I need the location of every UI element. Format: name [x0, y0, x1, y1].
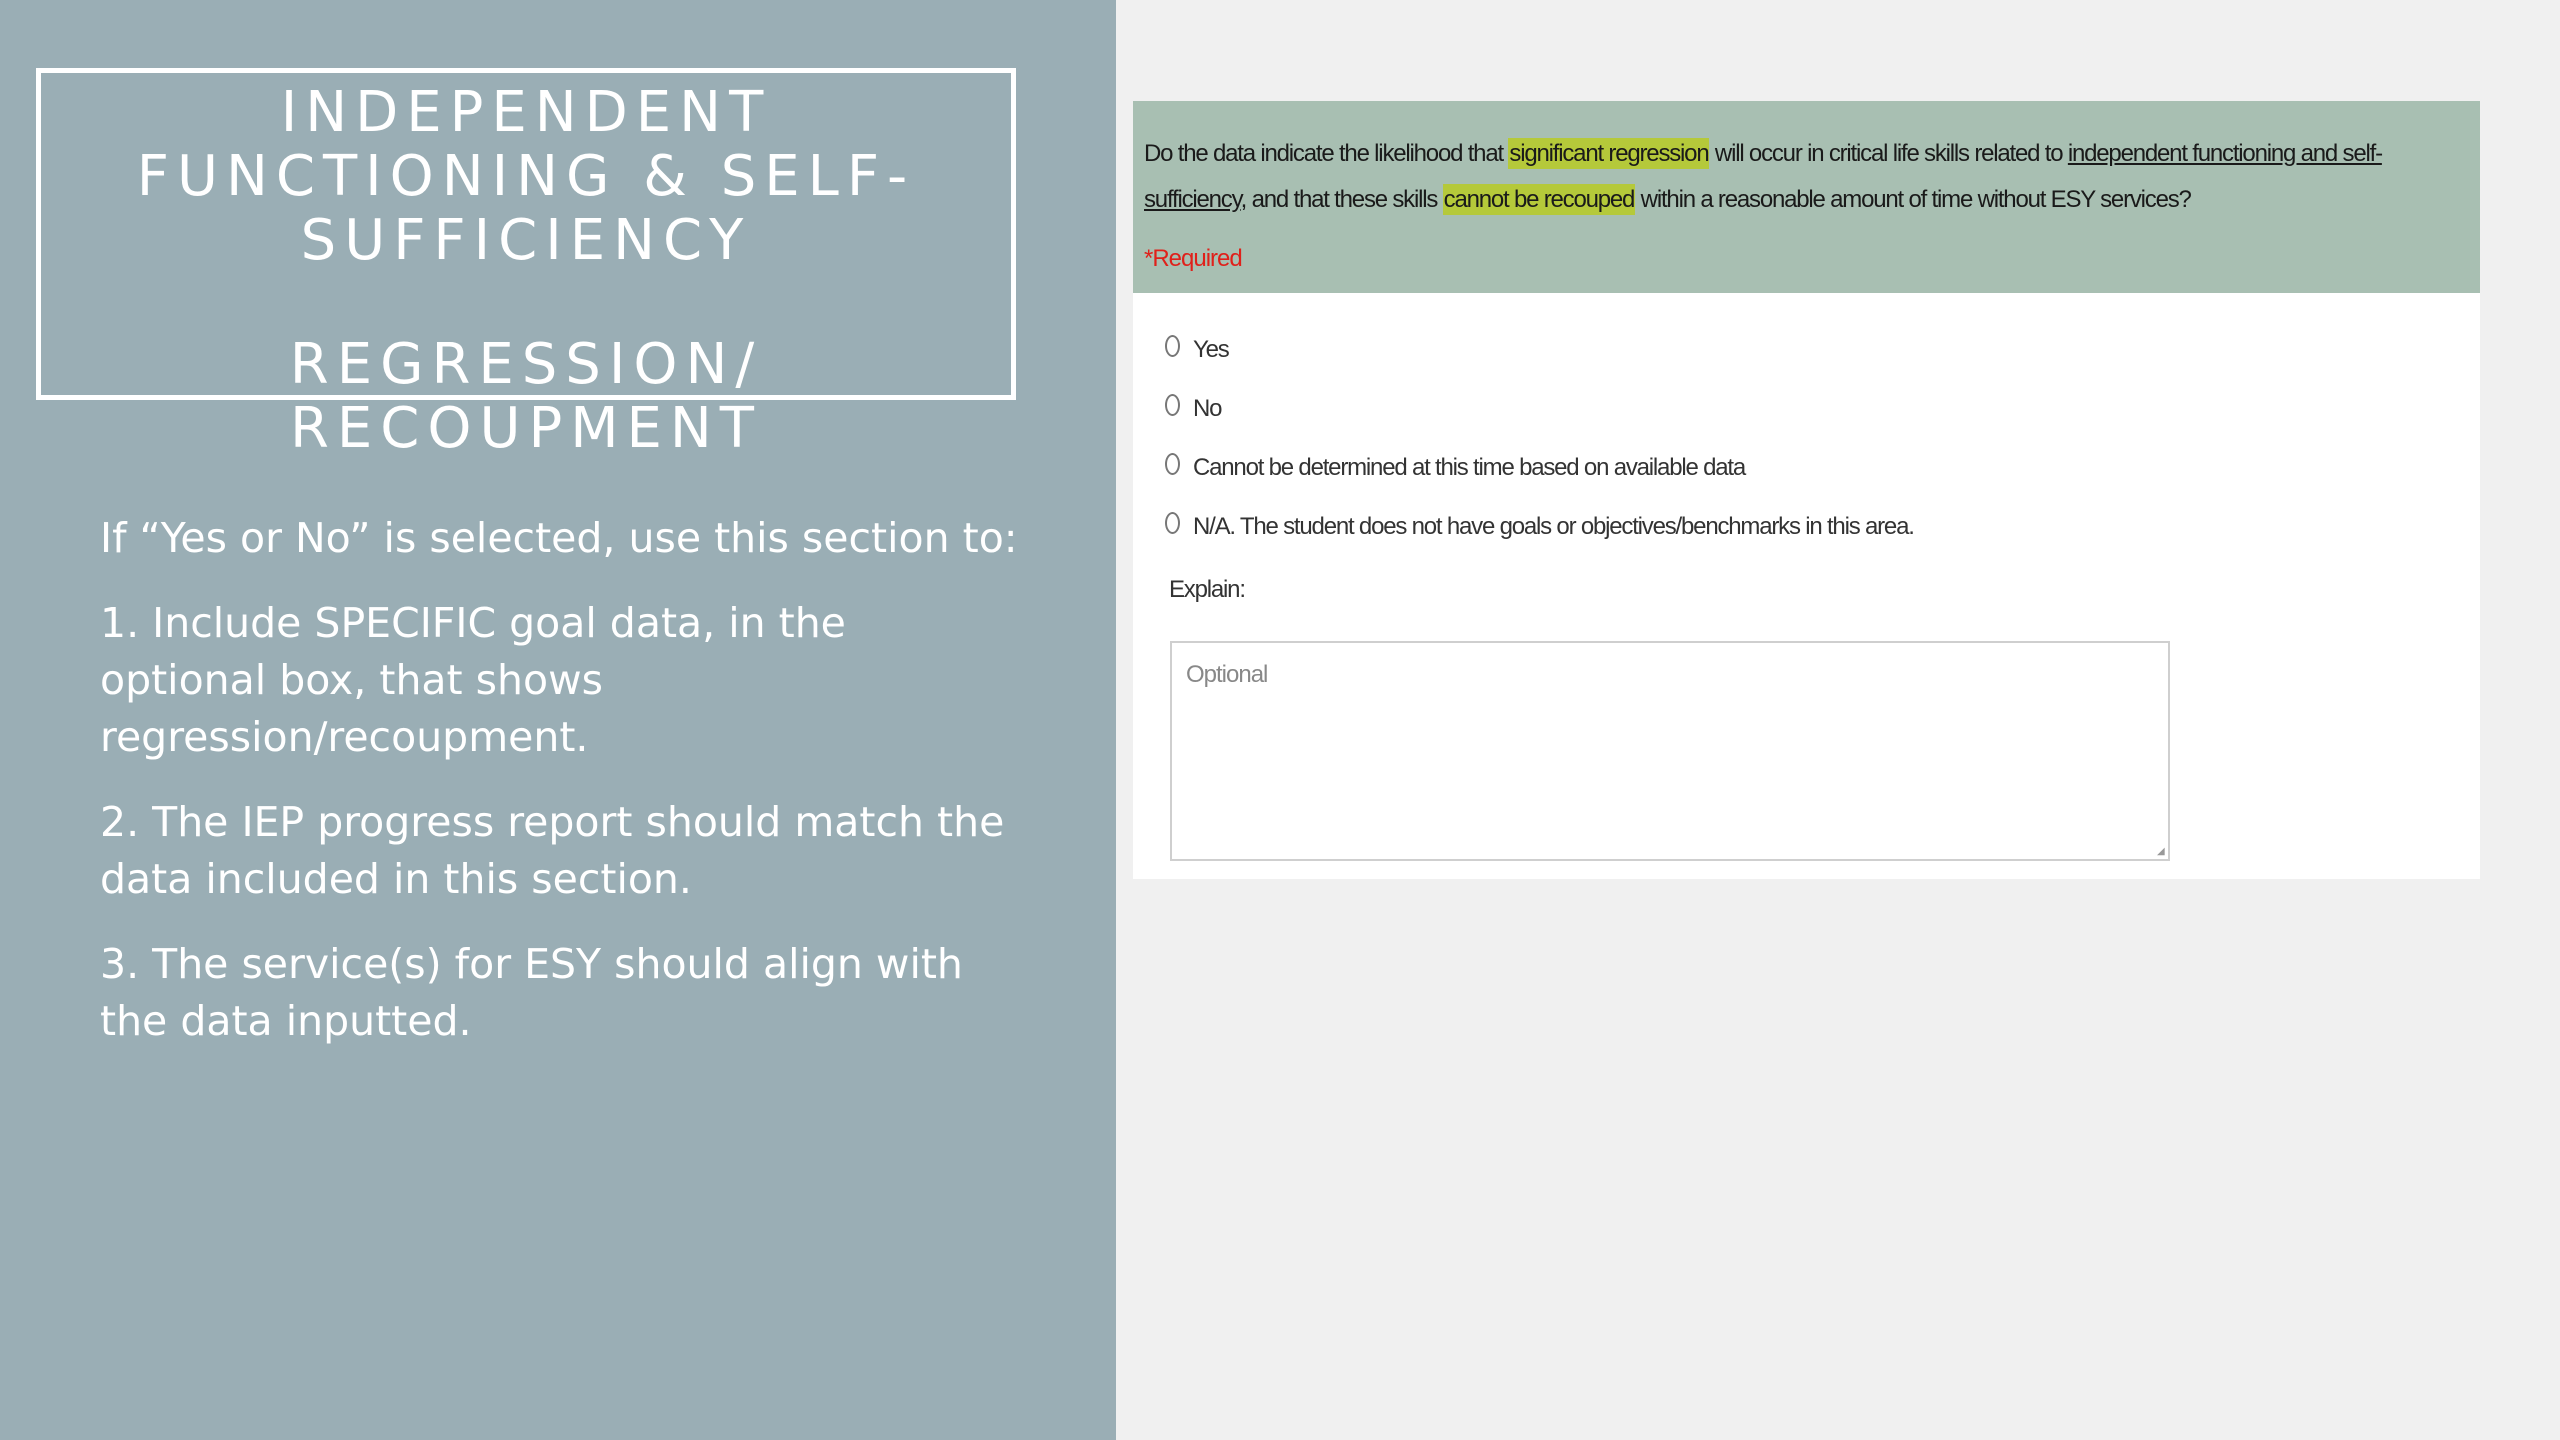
option-yes[interactable]: Yes	[1165, 335, 1230, 364]
explain-label: Explain:	[1169, 576, 1246, 603]
question-part-3: , and that these skills	[1240, 186, 1443, 213]
question-part-4: within a reasonable amount of time witho…	[1635, 186, 2192, 213]
option-no[interactable]: No	[1165, 394, 1222, 423]
question-text: Do the data indicate the likelihood that…	[1144, 138, 2383, 215]
explain-textarea[interactable]	[1170, 641, 2170, 861]
question-part-2: will occur in critical life skills relat…	[1709, 140, 2068, 167]
slide-title: INDEPENDENT FUNCTIONING & SELF- SUFFICIE…	[41, 81, 1011, 273]
instructions-text: If “Yes or No” is selected, use this sec…	[100, 510, 1020, 1078]
left-panel: INDEPENDENT FUNCTIONING & SELF- SUFFICIE…	[0, 0, 1116, 1440]
highlight-significant-regression: significant regression	[1508, 138, 1710, 169]
slide: INDEPENDENT FUNCTIONING & SELF- SUFFICIE…	[0, 0, 2560, 1440]
required-label: *Required	[1144, 245, 1243, 272]
instruction-item-1: 1. Include SPECIFIC goal data, in the op…	[100, 599, 846, 761]
option-yes-label: Yes	[1193, 336, 1230, 363]
instruction-item-2: 2. The IEP progress report should match …	[100, 798, 1005, 903]
title-box: INDEPENDENT FUNCTIONING & SELF- SUFFICIE…	[36, 68, 1016, 461]
question-part-1: Do the data indicate the likelihood that	[1144, 140, 1509, 167]
option-na[interactable]: N/A. The student does not have goals or …	[1165, 512, 1915, 541]
title-line-2: FUNCTIONING & SELF-	[136, 144, 916, 209]
instruction-item-3: 3. The service(s) for ESY should align w…	[100, 940, 963, 1045]
option-na-label: N/A. The student does not have goals or …	[1193, 513, 1915, 540]
radio-na[interactable]	[1165, 512, 1180, 534]
form-screenshot: Do the data indicate the likelihood that…	[1133, 101, 2480, 879]
radio-yes[interactable]	[1165, 335, 1180, 357]
resize-grip-icon[interactable]: ◢	[2157, 847, 2167, 857]
radio-no[interactable]	[1165, 394, 1180, 416]
title-line-1: INDEPENDENT	[280, 80, 772, 145]
slide-subtitle: REGRESSION/ RECOUPMENT	[289, 332, 763, 461]
radio-cannot-be-determined[interactable]	[1165, 453, 1180, 475]
option-no-label: No	[1193, 395, 1222, 422]
question-header: Do the data indicate the likelihood that…	[1133, 101, 2480, 293]
option-cannot-be-determined[interactable]: Cannot be determined at this time based …	[1165, 453, 1746, 482]
title-line-3: SUFFICIENCY	[300, 208, 752, 273]
option-cannot-be-determined-label: Cannot be determined at this time based …	[1193, 454, 1746, 481]
instruction-intro: If “Yes or No” is selected, use this sec…	[100, 514, 1018, 562]
highlight-cannot-be-recouped: cannot be recouped	[1442, 184, 1635, 215]
